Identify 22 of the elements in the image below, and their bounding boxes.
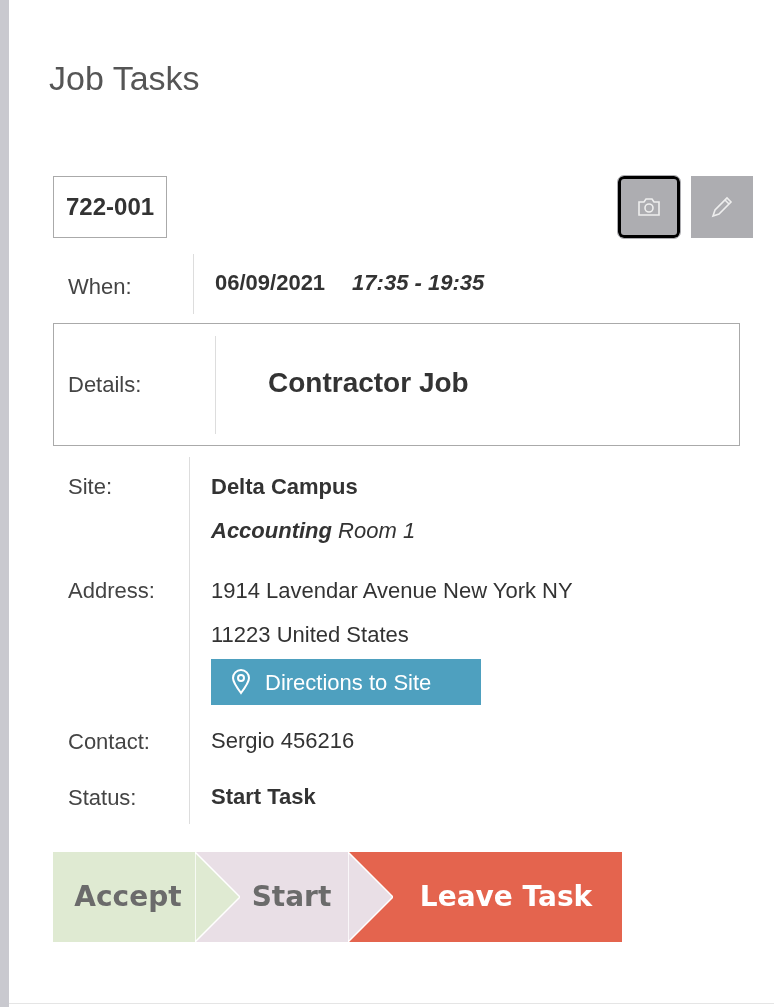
status-text: Start Task: [211, 783, 317, 811]
site-name: Delta Campus: [211, 473, 359, 501]
address-text: 1914 Lavendar Avenue New York NY 11223 United States: [211, 577, 574, 649]
field-label: Details:: [54, 335, 216, 434]
field-label: Site:: [68, 473, 114, 501]
camera-icon: [637, 197, 661, 217]
directions-button[interactable]: Directions to Site: [211, 659, 481, 705]
details-text: Contractor Job: [267, 365, 469, 400]
site-room: Accounting Room 1: [211, 517, 417, 545]
map-pin-icon: [231, 669, 251, 695]
camera-button[interactable]: [618, 176, 680, 238]
field-label: Status:: [68, 784, 138, 812]
field-label: When:: [53, 254, 194, 314]
job-number: 722-001: [53, 176, 168, 238]
page-title: Job Tasks: [49, 58, 201, 99]
progress-step[interactable]: Leave Task: [348, 852, 622, 942]
field-label: Contact:: [68, 728, 151, 756]
date-text: 06/09/2021: [215, 269, 326, 297]
time-range: 17:35 - 19:35: [352, 269, 485, 297]
pencil-icon: [710, 195, 734, 219]
contact-text: Sergio 456216: [211, 727, 356, 755]
field-label: Address:: [68, 577, 156, 605]
